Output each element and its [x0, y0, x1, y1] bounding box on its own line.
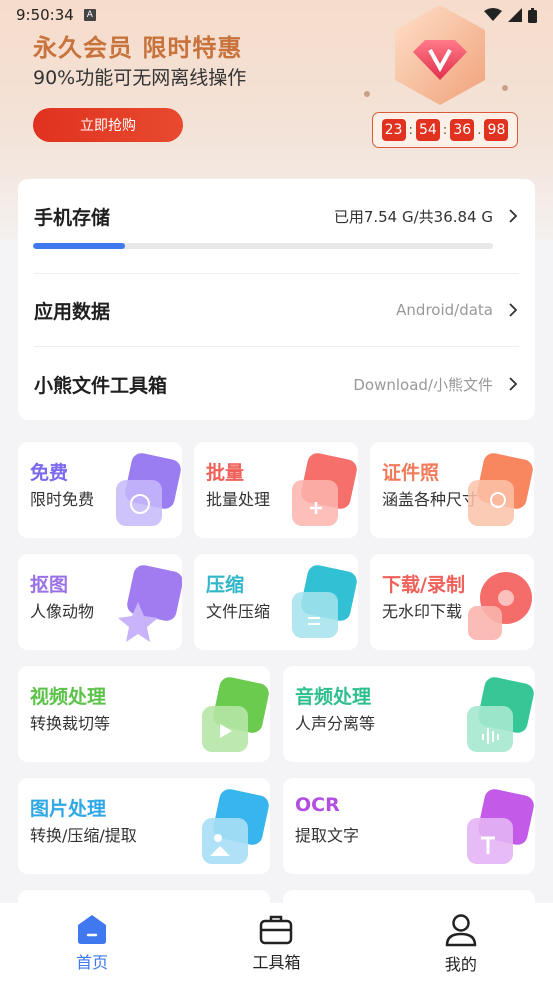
phone-storage-row[interactable]: 手机存储 已用7.54 G/共36.84 G: [18, 201, 535, 231]
tile-subtitle: 人声分离等: [295, 714, 376, 733]
chevron-right-icon: [509, 209, 518, 223]
cutout-icon: [118, 565, 182, 642]
countdown-separator: :: [442, 122, 448, 138]
nav-label: 我的: [444, 955, 477, 974]
phone-storage-value: 已用7.54 G/共36.84 G: [333, 207, 493, 226]
divider: [34, 346, 519, 347]
divider: [34, 273, 519, 274]
tile-compress[interactable]: 压缩 文件压缩: [194, 554, 358, 650]
ocr-icon: [467, 789, 534, 864]
app-data-label: 应用数据: [34, 300, 111, 323]
batch-icon: [292, 453, 357, 526]
tile-title: 批量: [206, 462, 245, 484]
phone-storage-label: 手机存储: [34, 206, 111, 229]
storage-progress-bar: [33, 243, 493, 249]
tile-subtitle: 无水印下载: [382, 602, 463, 621]
countdown-separator: .: [477, 122, 482, 138]
nav-label: 工具箱: [252, 953, 301, 972]
tile-title: OCR: [295, 794, 340, 816]
countdown-centiseconds: 98: [484, 119, 509, 141]
tile-title: 抠图: [30, 574, 69, 596]
nav-label: 首页: [76, 953, 109, 972]
toolbox-folder-row[interactable]: 小熊文件工具箱 Download/小熊文件: [18, 349, 535, 419]
tile-title: 视频处理: [30, 686, 107, 708]
nav-home[interactable]: 首页: [0, 903, 184, 983]
toolbox-folder-label: 小熊文件工具箱: [34, 374, 168, 397]
vip-diamond-icon: [364, 5, 508, 105]
tile-subtitle: 转换/压缩/提取: [30, 826, 137, 845]
tile-title: 图片处理: [30, 798, 107, 820]
storage-card: 手机存储 已用7.54 G/共36.84 G 应用数据 Android/data…: [18, 179, 535, 420]
tile-subtitle: 批量处理: [206, 490, 271, 509]
tile-subtitle: 提取文字: [295, 826, 360, 845]
tile-title: 音频处理: [295, 686, 372, 708]
tile-free[interactable]: 免费 限时免费: [18, 442, 182, 538]
promo-subtitle: 90%功能可无网离线操作: [33, 67, 247, 89]
countdown-minutes: 54: [415, 119, 440, 141]
countdown-separator: :: [408, 122, 413, 138]
chevron-right-icon: [509, 303, 518, 317]
storage-progress-fill: [33, 243, 125, 249]
countdown-seconds: 36: [450, 119, 475, 141]
download-icon: [468, 572, 532, 640]
toolbox-folder-value: Download/小熊文件: [353, 375, 493, 394]
home-icon: [78, 915, 107, 944]
nav-toolbox[interactable]: 工具箱: [184, 903, 368, 983]
image-icon: [202, 789, 269, 864]
countdown-timer: 23 : 54 : 36 . 98: [372, 112, 518, 148]
tile-title: 免费: [30, 462, 69, 484]
profile-icon: [445, 914, 477, 947]
app-data-value: Android/data: [396, 301, 493, 319]
app-data-row[interactable]: 应用数据 Android/data: [18, 275, 535, 345]
id-photo-icon: [468, 453, 533, 526]
tile-title: 下载/录制: [382, 574, 465, 596]
battery-icon: [528, 7, 537, 23]
toolbox-icon: [260, 915, 293, 945]
tile-subtitle: 限时免费: [30, 490, 95, 509]
tile-title: 压缩: [206, 574, 245, 596]
tile-id-photo[interactable]: 证件照 涵盖各种尺寸: [370, 442, 534, 538]
status-time: 9:50:34: [16, 6, 74, 24]
tile-audio[interactable]: 音频处理 人声分离等: [283, 666, 535, 762]
chevron-right-icon: [509, 377, 518, 391]
compress-icon: [292, 565, 357, 638]
notification-a-icon: A: [83, 9, 96, 21]
tile-subtitle: 转换裁切等: [30, 714, 111, 733]
tile-image[interactable]: 图片处理 转换/压缩/提取: [18, 778, 270, 874]
free-icon: [116, 453, 181, 526]
nav-profile[interactable]: 我的: [369, 903, 553, 983]
tile-ocr[interactable]: OCR 提取文字: [283, 778, 535, 874]
tile-download-record[interactable]: 下载/录制 无水印下载: [370, 554, 534, 650]
tile-subtitle: 文件压缩: [206, 602, 271, 621]
bottom-nav: 首页 工具箱 我的: [0, 903, 553, 983]
tile-batch[interactable]: 批量 批量处理: [194, 442, 358, 538]
countdown-hours: 23: [381, 119, 406, 141]
audio-icon: [467, 677, 534, 752]
promo-title: 永久会员 限时特惠: [33, 34, 243, 62]
tile-cutout[interactable]: 抠图 人像动物: [18, 554, 182, 650]
tile-video[interactable]: 视频处理 转换裁切等: [18, 666, 270, 762]
video-icon: [202, 677, 269, 752]
tile-title: 证件照: [382, 462, 440, 484]
buy-now-button[interactable]: 立即抢购: [33, 108, 183, 142]
tile-subtitle: 人像动物: [30, 602, 95, 621]
